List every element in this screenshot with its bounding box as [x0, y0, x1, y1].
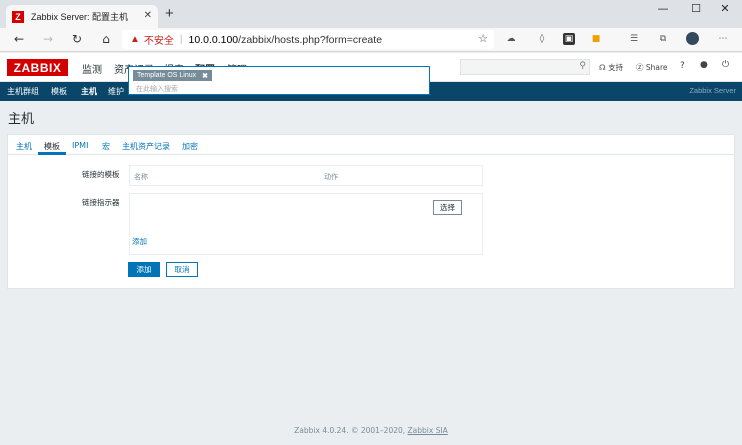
active-tab-indicator: [38, 152, 66, 155]
share-label: Share: [645, 63, 668, 72]
browser-tab[interactable]: Z Zabbix Server: 配置主机 ✕: [6, 5, 158, 28]
host-form-panel: 主机 模板 IPMI 宏 主机资产记录 加密 链接的模板 名称 动作 链接指示器: [7, 134, 735, 289]
url-text: 10.0.0.100/zabbix/hosts.php?form=create: [189, 34, 383, 46]
url-host: 10.0.0.100: [188, 33, 239, 46]
favorites-list-icon[interactable]: ☰: [628, 33, 640, 45]
back-icon[interactable]: ←: [11, 31, 27, 47]
selected-template-chip: Template OS Linux ✖: [133, 70, 213, 81]
zabbix-favicon-icon: Z: [12, 10, 24, 23]
link-new-templates-box: [129, 193, 483, 255]
column-header-action: 动作: [324, 173, 338, 181]
profile-avatar[interactable]: [686, 32, 699, 45]
footer-company-link[interactable]: Zabbix SIA: [408, 426, 448, 435]
app-extension-icon[interactable]: ▣: [563, 33, 575, 45]
add-template-link[interactable]: 添加: [132, 236, 147, 247]
collections-icon[interactable]: ⧉: [657, 33, 669, 45]
select-templates-button[interactable]: 选择: [433, 200, 462, 215]
close-tab-icon[interactable]: ✕: [144, 10, 152, 21]
subnav-maintenance[interactable]: 维护: [108, 86, 124, 97]
page-footer: Zabbix 4.0.24. © 2001–2020, Zabbix SIA: [0, 426, 742, 435]
search-icon[interactable]: ⚲: [579, 61, 586, 71]
column-header-name: 名称: [134, 173, 148, 181]
submit-add-button[interactable]: 添加: [128, 262, 160, 277]
template-multiselect-input[interactable]: Template OS Linux ✖ 在此输入搜索: [128, 66, 430, 95]
page-title: 主机: [8, 112, 35, 127]
tab-ipmi[interactable]: IPMI: [72, 141, 88, 150]
linked-templates-label: 链接的模板: [82, 170, 120, 179]
share-icon: Ⓩ: [636, 63, 644, 72]
link-new-templates-label: 链接指示器: [82, 198, 120, 207]
address-bar[interactable]: ▲ 不安全 | 10.0.0.100/zabbix/hosts.php?form…: [122, 30, 494, 49]
warning-icon: ▲: [130, 34, 140, 45]
more-options-icon[interactable]: ⋯: [717, 33, 729, 45]
new-tab-icon[interactable]: +: [165, 5, 174, 22]
support-link[interactable]: ☊ 支持: [599, 62, 623, 73]
shield-extension-icon[interactable]: ◊: [536, 33, 548, 45]
tab-encryption[interactable]: 加密: [182, 141, 198, 152]
share-link[interactable]: Ⓩ Share: [636, 62, 668, 73]
favorite-star-icon[interactable]: ☆: [478, 32, 488, 45]
remove-template-icon[interactable]: ✖: [202, 72, 208, 80]
support-label: 支持: [608, 63, 624, 72]
linked-templates-table: 名称 动作: [129, 165, 483, 186]
global-search-input[interactable]: ⚲: [460, 59, 590, 75]
minimize-button[interactable]: —: [651, 2, 675, 18]
tab-templates[interactable]: 模板: [44, 141, 60, 152]
subnav-hosts[interactable]: 主机: [81, 86, 97, 97]
selected-template-label: Template OS Linux: [137, 72, 197, 79]
home-icon[interactable]: ⌂: [98, 31, 114, 47]
menu-monitoring[interactable]: 监测: [82, 61, 102, 76]
maximize-button[interactable]: ☐: [684, 2, 708, 18]
footer-text: Zabbix 4.0.24. © 2001–2020,: [294, 426, 408, 435]
tab-inventory[interactable]: 主机资产记录: [122, 141, 170, 152]
headset-icon: ☊: [599, 63, 606, 72]
tab-macros[interactable]: 宏: [102, 141, 110, 152]
subnav-templates[interactable]: 模板: [51, 86, 67, 97]
forward-icon[interactable]: →: [40, 31, 56, 47]
help-icon[interactable]: ?: [680, 61, 685, 71]
url-path: /zabbix/hosts.php?form=create: [238, 33, 383, 46]
server-name: Zabbix Server: [689, 86, 736, 95]
template-search-placeholder: 在此输入搜索: [136, 85, 178, 93]
cloud-extension-icon[interactable]: ☁: [505, 33, 517, 45]
user-profile-icon[interactable]: ●: [700, 60, 708, 70]
reload-icon[interactable]: ↻: [69, 31, 85, 47]
browser-toolbar: ← → ↻ ⌂ ▲ 不安全 | 10.0.0.100/zabbix/hosts.…: [0, 28, 742, 52]
address-separator: |: [179, 34, 183, 45]
browser-tab-bar: Z Zabbix Server: 配置主机 ✕ + — ☐ ✕: [0, 0, 742, 28]
zabbix-logo[interactable]: ZABBIX: [7, 59, 68, 76]
tab-host[interactable]: 主机: [16, 141, 32, 152]
translate-extension-icon[interactable]: ■: [590, 33, 602, 45]
browser-tab-title: Zabbix Server: 配置主机: [31, 12, 129, 22]
cancel-button[interactable]: 取消: [166, 262, 198, 277]
tabs-divider: [8, 154, 734, 155]
close-window-button[interactable]: ✕: [713, 2, 737, 18]
security-warning-text: 不安全: [143, 36, 174, 47]
subnav-host-groups[interactable]: 主机群组: [7, 86, 39, 97]
sign-out-icon[interactable]: ⏻: [722, 60, 729, 70]
